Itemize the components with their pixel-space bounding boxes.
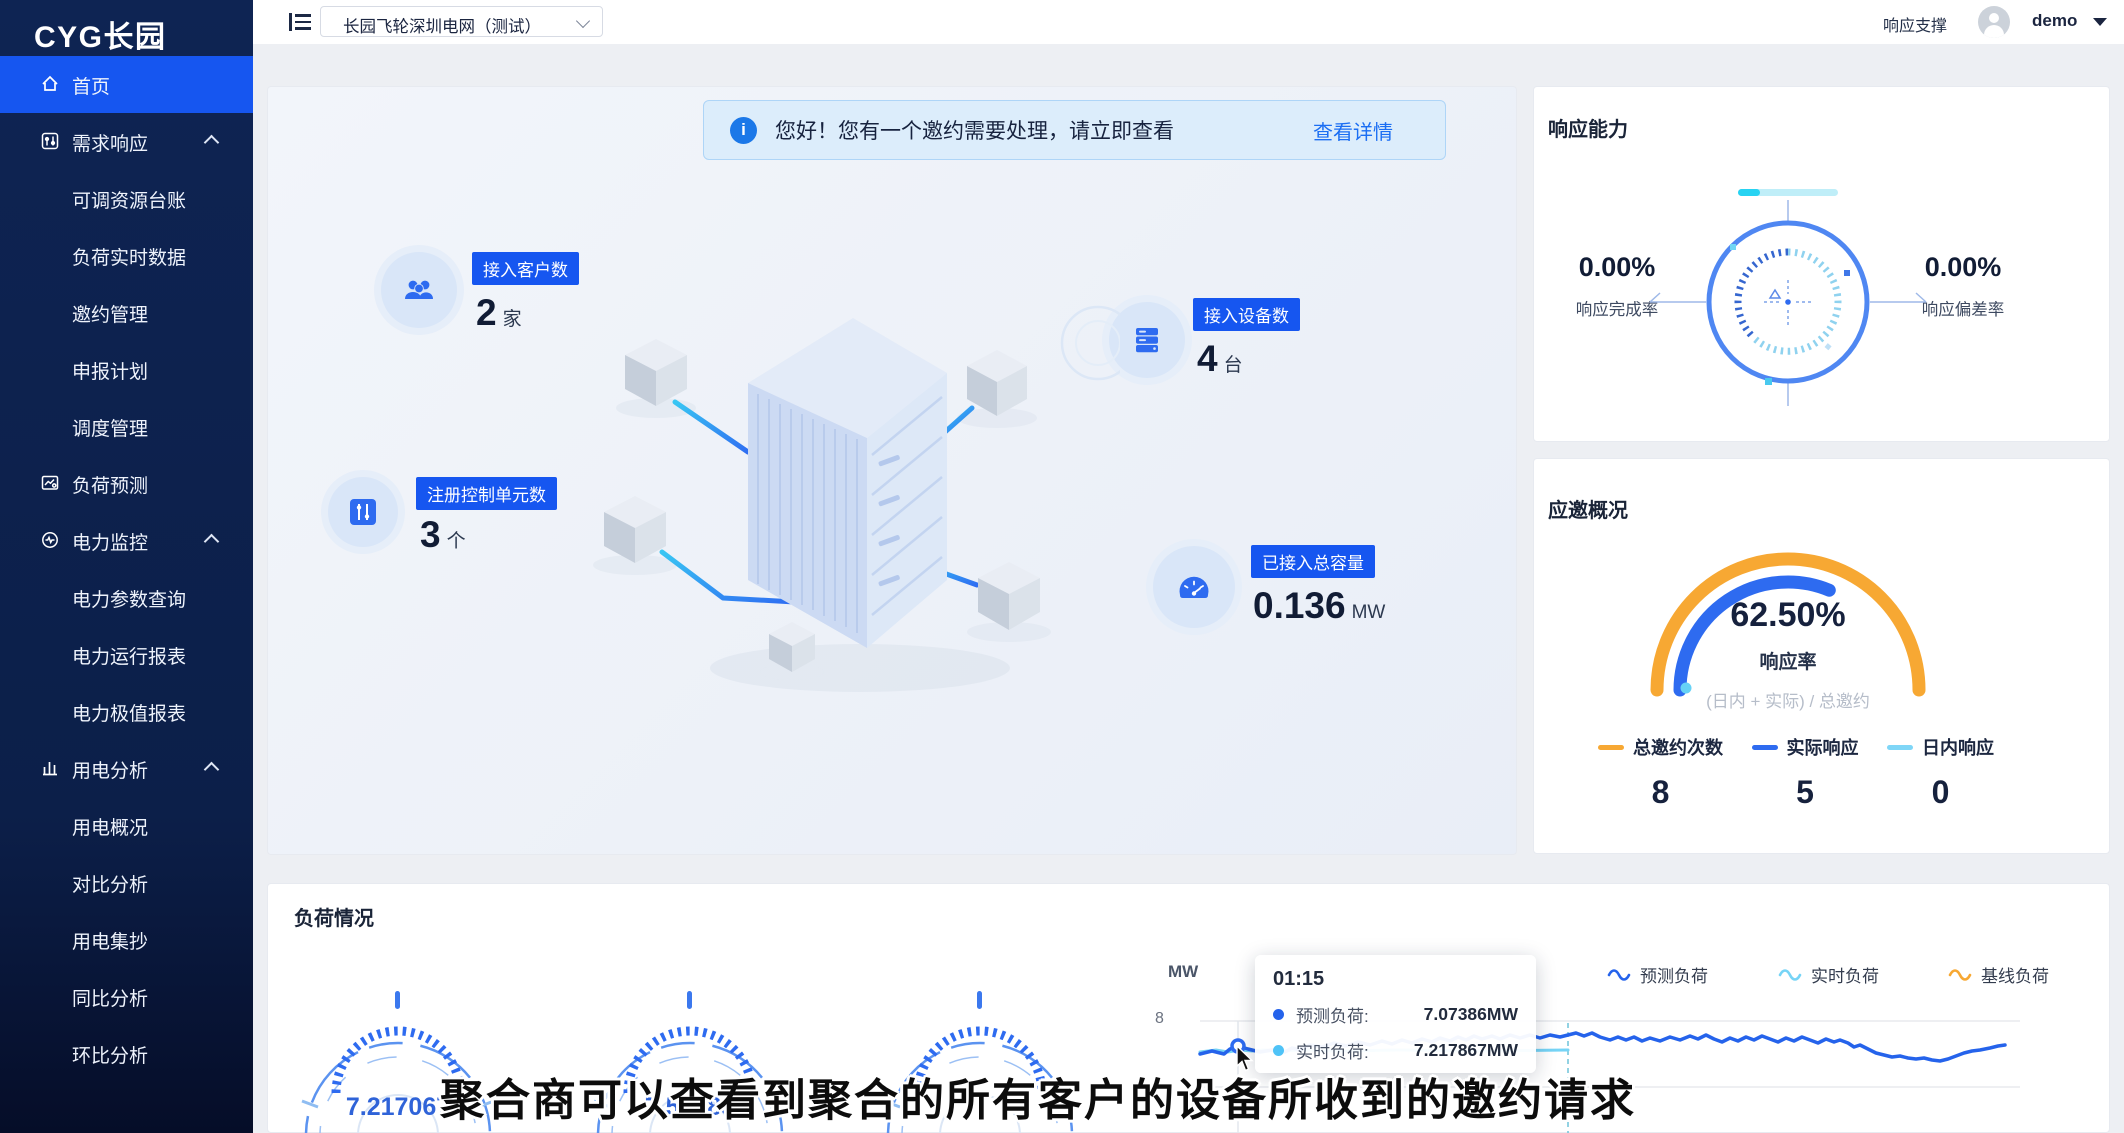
invitation-overview-title: 应邀概况	[1548, 494, 1628, 523]
sidebar-item-home[interactable]: 首页	[0, 56, 253, 113]
response-rate-formula: (日内 + 实际) / 总邀约	[1638, 687, 1938, 712]
video-subtitle: 聚合商可以查看到聚合的所有客户的设备所收到的邀约请求	[440, 1064, 1636, 1128]
banner-detail-link[interactable]: 查看详情	[1313, 116, 1393, 145]
stat-label: 接入设备数	[1193, 298, 1300, 331]
sidebar: CYG长园 首页 需求响应 可调资源台账 负荷实时数据 邀约管理 申报计划 调度…	[0, 0, 253, 1133]
sidebar-item-dispatch-management[interactable]: 调度管理	[0, 398, 253, 455]
stat-label: 已接入总容量	[1251, 545, 1375, 578]
stat-devices-icon-circle	[1109, 302, 1185, 378]
stat-customers-icon-circle	[381, 252, 457, 328]
sidebar-item-realtime-load-data[interactable]: 负荷实时数据	[0, 227, 253, 284]
dashboard-page: CYG长园 首页 需求响应 可调资源台账 负荷实时数据 邀约管理 申报计划 调度…	[0, 0, 2124, 1133]
stat-value: 0.136MW	[1253, 585, 1385, 627]
legend-dash-icon	[1752, 745, 1778, 750]
chevron-up-icon	[204, 534, 220, 550]
sidebar-item-load-forecast[interactable]: 负荷预测	[0, 455, 253, 512]
avatar[interactable]	[1978, 6, 2010, 38]
sidebar-group-demand-response[interactable]: 需求响应	[0, 113, 253, 170]
server-network-illustration	[560, 280, 1120, 700]
menu-collapse-icon[interactable]	[289, 13, 311, 31]
series-dot-icon	[1273, 1045, 1284, 1056]
sidebar-item-yoy-analysis[interactable]: 同比分析	[0, 968, 253, 1025]
tooltip-row: 实时负荷: 7.217867MW	[1273, 1038, 1518, 1063]
chevron-down-icon	[576, 14, 590, 28]
response-rate-value: 62.50%	[1638, 596, 1938, 635]
customers-icon	[400, 271, 438, 309]
control-units-icon	[345, 494, 381, 530]
svg-text:7.217067: 7.217067	[346, 1093, 450, 1121]
pulse-monitor-icon	[40, 530, 60, 550]
sidebar-item-adjustable-resources[interactable]: 可调资源台账	[0, 170, 253, 227]
tooltip-row: 预测负荷: 7.07386MW	[1273, 1002, 1518, 1027]
load-overview-title: 负荷情况	[294, 902, 374, 931]
stat-control-units-icon-circle	[328, 477, 398, 547]
user-menu-caret-icon[interactable]	[2093, 18, 2107, 26]
devices-icon	[1129, 322, 1165, 358]
forecast-chart-icon	[40, 473, 60, 493]
legend-total-invitations[interactable]: 总邀约次数 8	[1598, 734, 1723, 811]
app-logo: CYG长园	[34, 12, 167, 56]
legend-dash-icon	[1598, 745, 1624, 750]
stat-value: 2家	[476, 292, 522, 334]
response-rate-block: 62.50% 响应率 (日内 + 实际) / 总邀约	[1638, 596, 1938, 712]
sidebar-item-power-operation-report[interactable]: 电力运行报表	[0, 626, 253, 683]
username[interactable]: demo	[2032, 11, 2077, 31]
invitation-legend: 总邀约次数 8 实际响应 5 日内响应 0	[1598, 734, 1994, 811]
top-header: 长园飞轮深圳电网（测试） 响应支撑 demo	[253, 0, 2124, 44]
notification-banner: i 您好！您有一个邀约需要处理，请立即查看 查看详情	[703, 100, 1446, 160]
sidebar-item-declaration-plan[interactable]: 申报计划	[0, 341, 253, 398]
legend-intraday-response[interactable]: 日内响应 0	[1887, 734, 1994, 811]
capacity-gauge-icon	[1173, 566, 1215, 608]
chart-tooltip: 01:15 预测负荷: 7.07386MW 实时负荷: 7.217867MW	[1255, 955, 1536, 1073]
sidebar-item-electricity-overview[interactable]: 用电概况	[0, 797, 253, 854]
sidebar-item-meter-collection[interactable]: 用电集抄	[0, 911, 253, 968]
sliders-icon	[40, 131, 60, 151]
chevron-up-icon	[204, 135, 220, 151]
bar-chart-icon	[40, 758, 60, 778]
chevron-up-icon	[204, 762, 220, 778]
org-selector-dropdown[interactable]: 长园飞轮深圳电网（测试）	[320, 6, 603, 37]
series-dot-icon	[1273, 1009, 1284, 1020]
sidebar-item-comparison-analysis[interactable]: 对比分析	[0, 854, 253, 911]
sidebar-item-power-parameter-query[interactable]: 电力参数查询	[0, 569, 253, 626]
legend-dash-icon	[1887, 745, 1913, 750]
stat-capacity-icon-circle	[1153, 546, 1235, 628]
sidebar-item-invitation-management[interactable]: 邀约管理	[0, 284, 253, 341]
info-icon: i	[730, 117, 757, 144]
stat-value: 4台	[1197, 338, 1243, 380]
tooltip-time: 01:15	[1273, 968, 1518, 991]
sidebar-group-electricity-analysis[interactable]: 用电分析	[0, 740, 253, 797]
sidebar-item-power-extreme-report[interactable]: 电力极值报表	[0, 683, 253, 740]
sidebar-group-power-monitoring[interactable]: 电力监控	[0, 512, 253, 569]
home-icon	[40, 74, 60, 94]
stat-value: 3个	[420, 514, 466, 556]
banner-message: 您好！您有一个邀约需要处理，请立即查看	[775, 115, 1174, 145]
response-rate-label: 响应率	[1638, 647, 1938, 674]
sidebar-item-mom-analysis[interactable]: 环比分析	[0, 1025, 253, 1082]
legend-actual-response[interactable]: 实际响应 5	[1752, 734, 1859, 811]
stat-label: 接入客户数	[472, 252, 579, 285]
response-support-link[interactable]: 响应支撑	[1883, 12, 1947, 36]
radar-gauge	[1648, 182, 1928, 422]
response-ability-title: 响应能力	[1548, 113, 1628, 142]
stat-label: 注册控制单元数	[416, 477, 557, 510]
